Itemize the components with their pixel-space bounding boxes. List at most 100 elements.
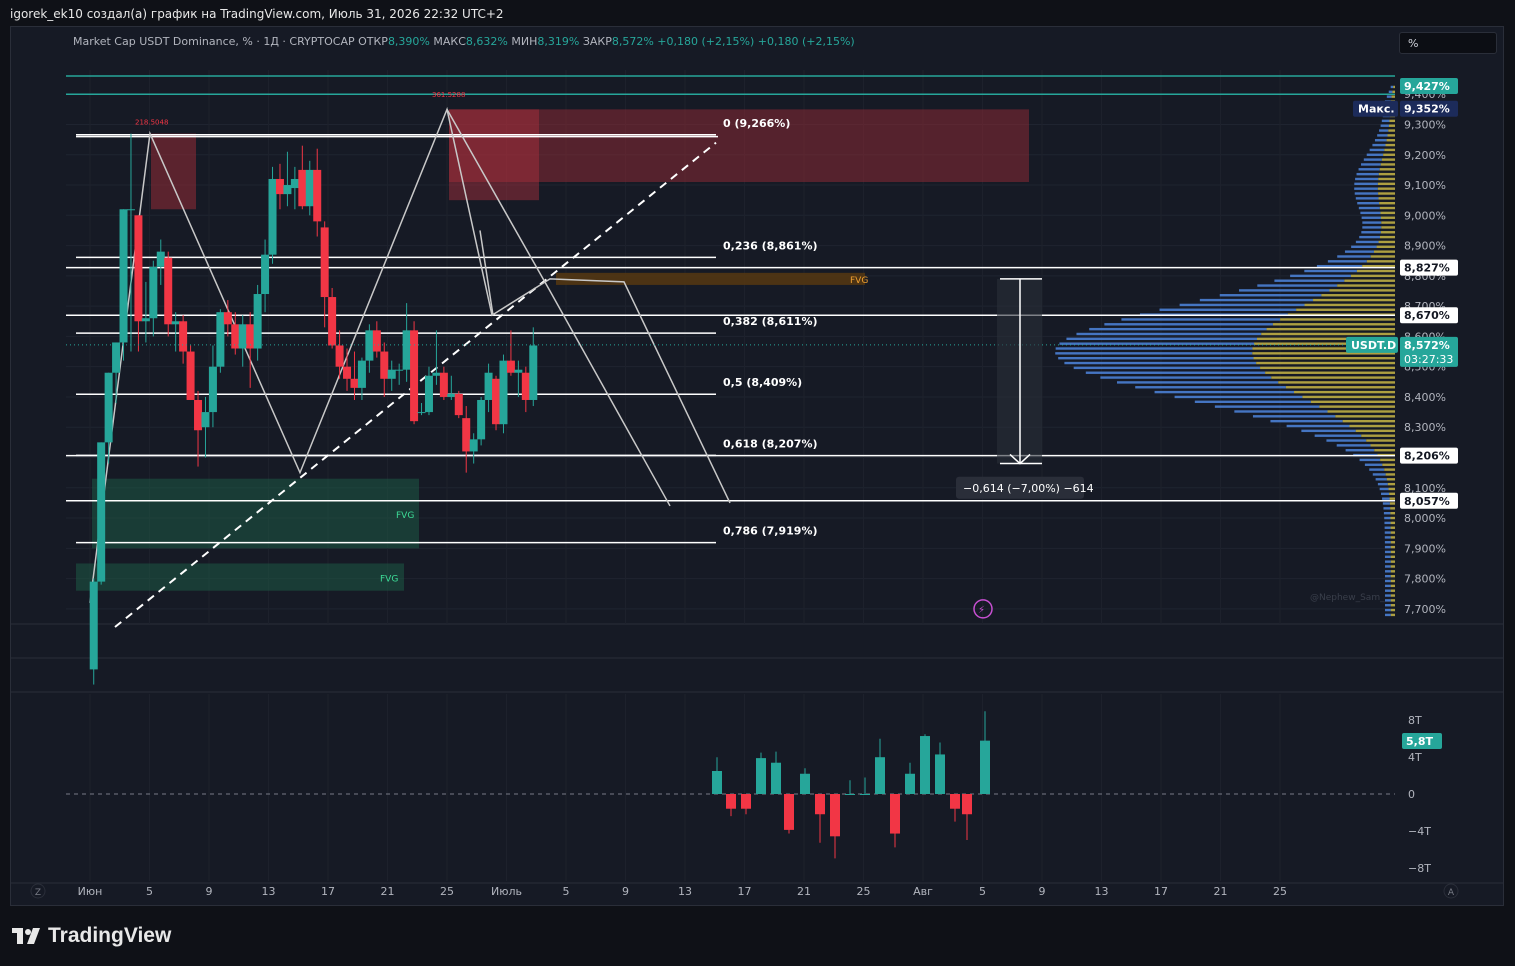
volume-profile-bar (1154, 390, 1295, 394)
volume-profile-bar (1388, 124, 1395, 127)
volume-profile-bar (1314, 434, 1362, 437)
volume-profile-bar (1286, 424, 1350, 428)
volume-profile-bar (1378, 192, 1395, 195)
volume-profile-bar (1390, 608, 1395, 612)
candle-body (417, 412, 426, 414)
volume-profile-bar (1059, 342, 1255, 345)
unit-selector[interactable]: % (1399, 32, 1497, 54)
candle-body (477, 399, 486, 440)
volume-profile-bar (1355, 429, 1395, 433)
candle-body (208, 366, 217, 413)
price-tag: 8,670% (1404, 309, 1450, 322)
volume-profile-bar (1390, 584, 1395, 588)
time-axis-label: 25 (440, 885, 454, 898)
candle-body (350, 378, 359, 388)
volume-profile-bar (1390, 579, 1395, 583)
volume-profile-bar (1391, 95, 1395, 98)
time-axis-label: Июль (491, 885, 522, 898)
legend-symbol: Market Cap USDT Dominance, % · 1Д · CRYP… (73, 35, 355, 48)
legend-close-label: ЗАКР (582, 35, 612, 48)
candle-body (253, 294, 262, 349)
candle-body (164, 257, 173, 325)
volume-profile-bar (1366, 439, 1395, 442)
volume-profile-bar (1290, 274, 1351, 278)
candle-body (514, 369, 523, 373)
candle-body (328, 297, 337, 346)
tradingview-logo[interactable]: TradingView (12, 924, 171, 948)
legend-low-label: МИН (511, 35, 538, 48)
volume-profile-bar (1319, 405, 1395, 408)
volume-profile-bar (1384, 565, 1391, 568)
volume-profile-bar (1384, 608, 1391, 612)
volume-profile-bar (1361, 216, 1381, 219)
volume-profile-bar (1271, 376, 1395, 379)
price-axis-label: 7,800% (1404, 573, 1446, 586)
volume-profile-bar (1342, 419, 1395, 423)
candle-body (372, 330, 381, 352)
fvg-zone-orange (556, 272, 865, 285)
volume-profile-bar (1344, 250, 1374, 253)
price-tag: 9,427% (1404, 80, 1450, 93)
volume-profile-bar (1377, 482, 1388, 486)
volume-profile-bar (1379, 206, 1395, 210)
volume-profile-bar (1383, 512, 1391, 515)
candle-body (126, 209, 135, 211)
volume-profile-bar (1355, 240, 1379, 244)
candle-body (320, 227, 329, 298)
volume-profile-bar (1386, 478, 1395, 481)
volume-profile-bar (1381, 119, 1390, 123)
volume-profile-bar (1064, 361, 1257, 365)
price-tag: 8,827% (1404, 262, 1450, 275)
measure-label: −0,614 (−7,00%) −614 (963, 482, 1094, 495)
volume-profile-bar (1159, 308, 1297, 311)
candle-body (104, 372, 113, 443)
volume-profile-bar (1364, 463, 1383, 466)
price-chart[interactable]: FVG FVG FVG 0 (9,266%) 0,236 (8,861%) 0,382 (… (10, 26, 1504, 906)
volume-profile-bar (1363, 158, 1382, 161)
time-axis-label: Авг (913, 885, 933, 898)
volume-profile-bar (1380, 216, 1395, 219)
candle-body (447, 393, 456, 397)
time-axis-label: 9 (622, 885, 629, 898)
volume-bar (860, 794, 870, 795)
volume-profile-bar (1377, 134, 1388, 137)
volume-profile-bar (1313, 298, 1395, 302)
time-axis-label: 9 (1039, 885, 1046, 898)
volume-profile-bar (1344, 279, 1395, 282)
candle-body (216, 312, 225, 367)
volume-profile-bar (1380, 163, 1395, 166)
volume-profile-bar (1381, 221, 1395, 224)
fvg-zone-red (449, 109, 539, 201)
volume-profile-bar (1350, 274, 1395, 278)
price-axis-label: 7,700% (1404, 603, 1446, 616)
price-tag: 8,057% (1404, 495, 1450, 508)
price-tag: 8,572% (1404, 339, 1450, 352)
volume-profile-bar (1351, 245, 1377, 248)
time-axis-label: 9 (206, 885, 213, 898)
volume-profile-bar (1358, 168, 1380, 171)
time-axis-label: 17 (321, 885, 335, 898)
volume-profile-bar (1361, 434, 1395, 437)
volume-profile-bar (1355, 197, 1379, 200)
volume-profile-bar (1370, 444, 1395, 447)
legend-high: 8,632% (465, 35, 508, 48)
volume-profile-bar (1386, 139, 1395, 142)
candle-body (395, 369, 404, 371)
chart-caption: igorek_ek10 создал(а) график на TradingV… (10, 7, 504, 21)
volume-bar (784, 794, 794, 830)
fib-level-label: 0,618 (8,207%) (723, 437, 818, 450)
volume-profile-bar (1379, 235, 1395, 239)
volume-bar (905, 773, 915, 794)
volume-profile-bar (1270, 419, 1343, 423)
time-axis-label: 21 (1214, 885, 1228, 898)
volume-profile-bar (1361, 163, 1381, 166)
volume-profile-bar (1359, 235, 1380, 239)
volume-profile-bar (1382, 463, 1395, 466)
volume-profile-bar (1135, 386, 1286, 389)
volume-profile-bar (1278, 381, 1395, 384)
candle-body (179, 321, 188, 352)
volume-profile-bar (1372, 473, 1386, 476)
volume-profile-bar (1304, 303, 1395, 307)
candle-body (484, 372, 493, 400)
volume-profile-bar (1256, 361, 1395, 365)
